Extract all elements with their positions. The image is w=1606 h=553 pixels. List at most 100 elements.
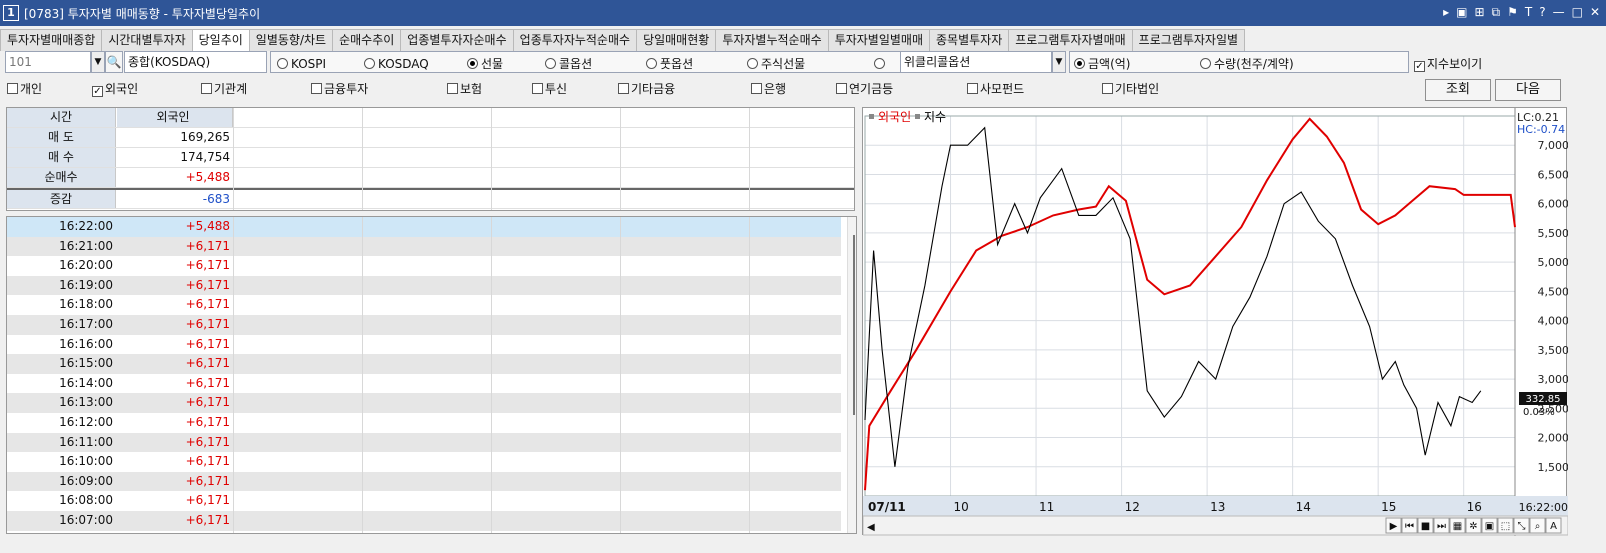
table-row[interactable]: 16:16:00 +6,171	[7, 334, 841, 355]
search-button[interactable]: 🔍	[105, 51, 123, 73]
radio-circle[interactable]	[1200, 58, 1211, 69]
checkbox-box[interactable]	[7, 83, 18, 94]
investor-checkbox-6[interactable]: 기타금융	[618, 81, 675, 97]
scroll-left-icon[interactable]: ◀	[867, 522, 875, 533]
query-button[interactable]: 조회	[1425, 79, 1491, 101]
checkbox-box[interactable]	[751, 83, 762, 94]
investor-checkbox-5[interactable]: 투신	[532, 81, 567, 97]
tab-0[interactable]: 투자자별매매종합	[0, 29, 103, 51]
show-index-checkbox-box[interactable]: ✓	[1414, 61, 1425, 72]
tab-4[interactable]: 순매수추이	[332, 29, 402, 51]
window-number-badge[interactable]: 1	[3, 5, 19, 21]
checkbox-box[interactable]: ✓	[92, 86, 103, 97]
checkbox-box[interactable]	[836, 83, 847, 94]
show-index-checkbox[interactable]: ✓ 지수보이기	[1414, 56, 1482, 72]
market-radio-1[interactable]: KOSDAQ	[364, 56, 429, 72]
code-input[interactable]: 101	[5, 51, 91, 73]
table-row[interactable]: 16:11:00 +6,171	[7, 432, 841, 453]
help-icon[interactable]: ?	[1539, 4, 1545, 20]
table-row[interactable]: 16:07:00 +6,171	[7, 511, 841, 531]
column-divider	[749, 217, 750, 533]
market-radio-6[interactable]	[874, 56, 888, 72]
table-row[interactable]: 16:09:00 +6,171	[7, 471, 841, 492]
tab-5[interactable]: 업종별투자자순매수	[400, 29, 514, 51]
mdi-icon[interactable]: ▣	[1456, 4, 1467, 20]
product-select[interactable]: 위클리콜옵션	[900, 51, 1052, 73]
investor-checkbox-4[interactable]: 보험	[447, 81, 482, 97]
table-row[interactable]: 16:19:00 +6,171	[7, 275, 841, 296]
investor-checkbox-2[interactable]: 기관계	[201, 81, 247, 97]
table-row[interactable]: 16:18:00 +6,171	[7, 295, 841, 315]
investor-checkbox-10[interactable]: 기타법인	[1102, 81, 1159, 97]
restore-window-icon[interactable]: ⧉	[1492, 4, 1501, 20]
table-row[interactable]: 16:08:00 +6,171	[7, 491, 841, 511]
tab-1[interactable]: 시간대별투자자	[101, 29, 193, 51]
unit-radio-1[interactable]: 수량(천주/계약)	[1200, 56, 1294, 72]
market-radio-0[interactable]: KOSPI	[277, 56, 326, 72]
layout-icon[interactable]: ⊞	[1474, 4, 1484, 20]
unit-radio-0[interactable]: 금액(억)	[1074, 56, 1130, 72]
table-row[interactable]: 16:22:00 +5,488	[7, 217, 841, 237]
radio-circle[interactable]	[467, 58, 478, 69]
scrollbar-thumb[interactable]	[853, 235, 855, 415]
minimize-icon[interactable]: —	[1553, 4, 1565, 20]
tab-8[interactable]: 투자자별누적순매수	[715, 29, 829, 51]
radio-circle[interactable]	[1074, 58, 1085, 69]
investor-checkbox-8[interactable]: 연기금등	[836, 81, 893, 97]
tab-2[interactable]: 당일추이	[191, 29, 250, 52]
checkbox-box[interactable]	[1102, 83, 1113, 94]
menu-arrow-icon[interactable]: ▸	[1443, 4, 1449, 20]
checkbox-box[interactable]	[967, 83, 978, 94]
table-row[interactable]: 16:10:00 +6,171	[7, 452, 841, 472]
tab-3[interactable]: 일별동향/차트	[248, 29, 334, 51]
table-row[interactable]: 16:13:00 +6,171	[7, 393, 841, 413]
checkbox-box[interactable]	[532, 83, 543, 94]
tab-6[interactable]: 업종투자자누적순매수	[512, 29, 638, 51]
checkbox-box[interactable]	[201, 83, 212, 94]
market-radio-4[interactable]: 풋옵션	[646, 56, 693, 72]
radio-circle[interactable]	[545, 58, 556, 69]
legend-label[interactable]: 외국인	[878, 110, 911, 124]
close-icon[interactable]: ✕	[1590, 4, 1600, 20]
vertical-scrollbar[interactable]	[847, 217, 856, 533]
tab-11[interactable]: 프로그램투자자별매매	[1008, 29, 1133, 51]
investor-chart[interactable]: 1,500 2,000 2,500 3,000 3,500 4,000 4,500 5,000…	[862, 107, 1569, 536]
market-name-field[interactable]: 종합(KOSDAQ)	[124, 51, 267, 73]
radio-circle[interactable]	[646, 58, 657, 69]
legend-label[interactable]: 지수	[924, 110, 946, 124]
investor-checkbox-9[interactable]: 사모펀드	[967, 81, 1024, 97]
investor-checkbox-0[interactable]: 개인	[7, 81, 42, 97]
code-dropdown-button[interactable]: ▼	[91, 51, 105, 73]
table-row[interactable]: 16:15:00 +6,171	[7, 354, 841, 374]
next-button[interactable]: 다음	[1495, 79, 1561, 101]
market-radio-2[interactable]: 선물	[467, 56, 503, 72]
tab-10[interactable]: 종목별투자자	[929, 29, 1010, 51]
row-time: 16:09:00	[59, 473, 113, 488]
table-row[interactable]: 16:17:00 +6,171	[7, 315, 841, 335]
investor-checkbox-1[interactable]: ✓ 외국인	[92, 81, 138, 97]
maximize-icon[interactable]: □	[1572, 4, 1583, 20]
market-radio-5[interactable]: 주식선물	[747, 56, 805, 72]
radio-circle[interactable]	[364, 58, 375, 69]
pin-icon[interactable]: ⚑	[1507, 4, 1518, 20]
market-radio-3[interactable]: 콜옵션	[545, 56, 592, 72]
tab-7[interactable]: 당일매매현황	[636, 29, 717, 51]
table-row[interactable]: 16:12:00 +6,171	[7, 413, 841, 433]
table-row[interactable]: 16:14:00 +6,171	[7, 373, 841, 394]
y-tick-label: 2,000	[1538, 432, 1569, 445]
investor-checkbox-7[interactable]: 은행	[751, 81, 786, 97]
row-value: +6,171	[185, 297, 230, 312]
checkbox-box[interactable]	[311, 83, 322, 94]
radio-circle[interactable]	[874, 58, 885, 69]
tab-12[interactable]: 프로그램투자자일별	[1131, 29, 1246, 51]
radio-circle[interactable]	[747, 58, 758, 69]
table-row[interactable]: 16:20:00 +6,171	[7, 256, 841, 276]
font-icon[interactable]: T	[1525, 4, 1532, 20]
table-row[interactable]: 16:21:00 +6,171	[7, 236, 841, 257]
checkbox-box[interactable]	[447, 83, 458, 94]
product-dropdown-button[interactable]: ▼	[1052, 51, 1066, 73]
tab-9[interactable]: 투자자별일별매매	[827, 29, 931, 51]
checkbox-box[interactable]	[618, 83, 629, 94]
radio-circle[interactable]	[277, 58, 288, 69]
investor-checkbox-3[interactable]: 금융투자	[311, 81, 368, 97]
